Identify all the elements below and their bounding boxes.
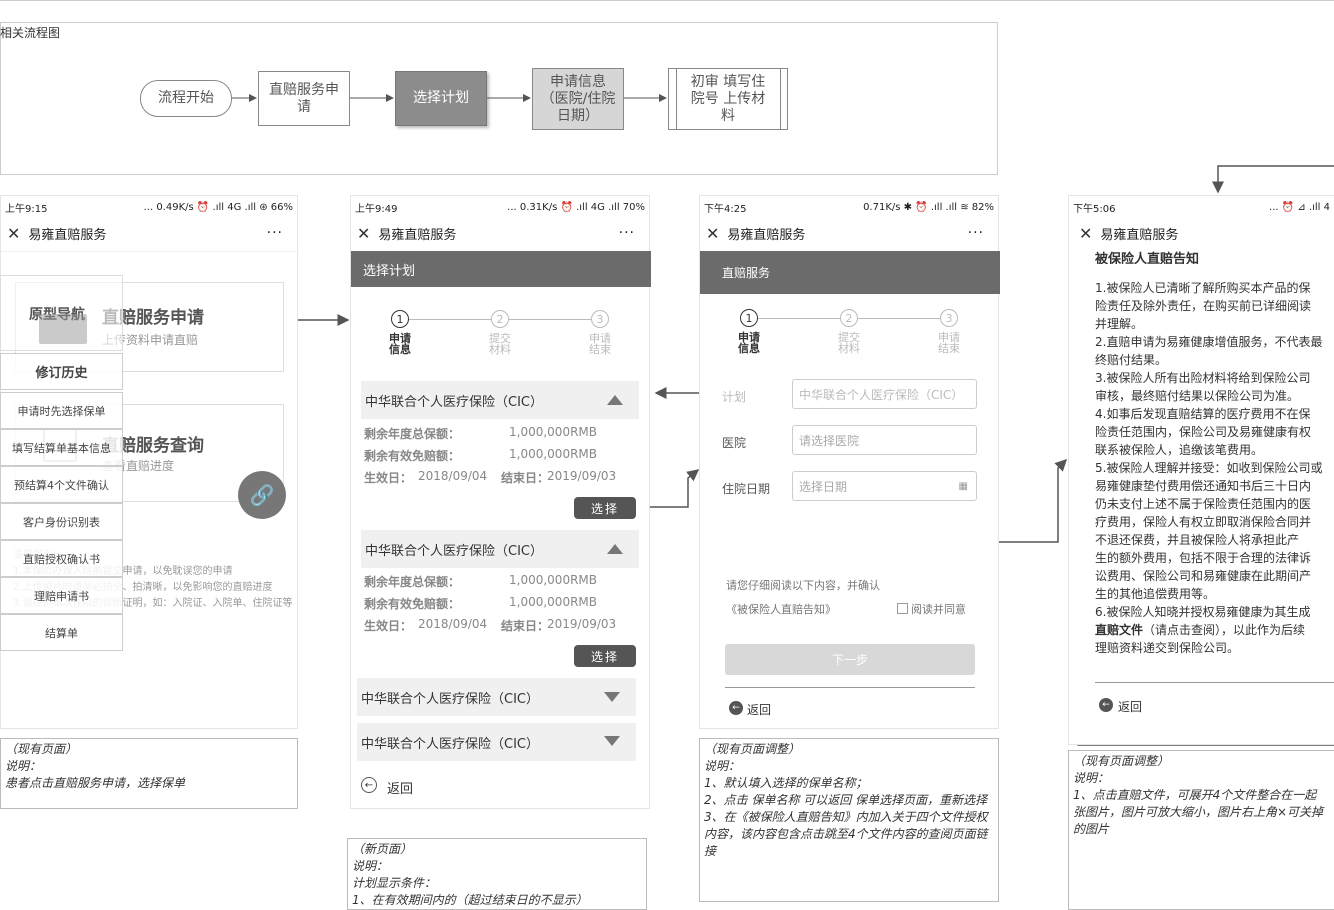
agree-checkbox[interactable] <box>897 603 908 614</box>
close-icon[interactable]: ✕ <box>7 224 20 243</box>
step-2: 2 <box>840 309 858 327</box>
page-header: 选择计划 <box>351 251 651 287</box>
proto-nav-item[interactable]: 理赔申请书 <box>0 577 123 614</box>
phone-screen-4: 下午5:06... ⏰ ⊿ .ıll 4 ✕ 易雍直赔服务 被保险人直赔告知 1.… <box>1068 195 1334 745</box>
back-arrow-icon[interactable]: ← <box>729 701 743 715</box>
close-icon[interactable]: ✕ <box>357 224 370 243</box>
calendar-icon: ▦ <box>958 480 968 492</box>
select-button[interactable]: 选择 <box>574 497 636 519</box>
nav-bar: ✕ 易雍直赔服务 ··· <box>357 223 635 243</box>
nav-bar: ✕ 易雍直赔服务 ··· <box>1 218 297 248</box>
step-1: 1 <box>391 310 409 328</box>
nav-title: 易雍直赔服务 <box>28 227 107 243</box>
status-bar: 下午4:25 0.71K/s ✱ ⏰ .ıll .ıll ≋ 82% <box>704 201 994 215</box>
file-link[interactable]: 直赔文件 <box>1095 623 1143 637</box>
notice-link[interactable]: 《被保险人直赔告知》 <box>726 601 836 617</box>
note-3: （现有页面调整） 说明： 1、默认填入选择的保单名称； 2、点击 保单名称 可以返回… <box>699 738 999 902</box>
note-1: （现有页面） 说明： 患者点击直赔服务申请，选择保单 <box>0 738 298 809</box>
proto-nav-item[interactable]: 预结算4个文件确认 <box>0 466 123 503</box>
more-icon[interactable]: ··· <box>619 225 635 241</box>
plan-card-collapsed[interactable]: 中华联合个人医疗保险（CIC） <box>357 723 636 761</box>
status-bar: 上午9:49... 0.31K/s ⏰ .ıll 4G .ıll 70% <box>355 201 645 215</box>
step-3: 3 <box>591 310 609 328</box>
notice-body: 1.被保险人已清晰了解所购买本产品的保 险责任及除外责任，在购买前已详细阅读 并理解… <box>1095 281 1323 655</box>
note-4: （现有页面调整） 说明： 1、点击直赔文件，可展开4个文件整合在一起 张图片，图片… <box>1068 750 1334 910</box>
phone-screen-2: 上午9:49... 0.31K/s ⏰ .ıll 4G .ıll 70% ✕ 易雍… <box>350 195 651 809</box>
nav-bar: ✕ 易雍直赔服务 <box>1079 223 1179 243</box>
back-link[interactable]: 返回 <box>747 701 771 718</box>
step-2: 2 <box>491 310 509 328</box>
back-link[interactable]: 返回 <box>1118 698 1142 715</box>
phone-screen-3: 下午4:25 0.71K/s ✱ ⏰ .ıll .ıll ≋ 82% ✕ 易雍直赔服… <box>699 195 1000 729</box>
nav-bar: ✕ 易雍直赔服务 ··· <box>706 223 984 243</box>
more-icon[interactable]: ··· <box>968 225 984 241</box>
expand-icon[interactable] <box>604 736 620 746</box>
proto-nav-item[interactable]: 修订历史 <box>0 353 123 390</box>
proto-nav-item[interactable]: 申请时先选择保单 <box>0 392 123 429</box>
back-arrow-icon[interactable]: ← <box>1099 698 1113 712</box>
next-button[interactable]: 下一步 <box>725 644 975 675</box>
close-icon[interactable]: ✕ <box>1079 224 1092 243</box>
proto-nav-item[interactable]: 客户身份识别表 <box>0 503 123 540</box>
proto-nav-item[interactable]: 直赔授权确认书 <box>0 540 123 577</box>
plan-field[interactable]: 中华联合个人医疗保险（CIC） <box>792 379 977 409</box>
back-link[interactable]: 返回 <box>387 778 413 797</box>
page-header: 直赔服务 <box>700 251 1000 294</box>
plan-card-header[interactable]: 中华联合个人医疗保险（CIC） <box>361 530 639 568</box>
proto-nav-header: 原型导航 <box>0 275 123 351</box>
expand-icon[interactable] <box>604 692 620 702</box>
plan-card-header[interactable]: 中华联合个人医疗保险（CIC） <box>361 381 639 419</box>
camera-icon <box>39 314 87 344</box>
back-arrow-icon[interactable]: ← <box>361 777 377 793</box>
date-field[interactable]: 选择日期 ▦ <box>792 471 977 501</box>
notice-heading: 被保险人直赔告知 <box>1095 252 1200 264</box>
proto-nav-item[interactable]: 结算单 <box>0 614 123 651</box>
more-icon[interactable]: ··· <box>267 225 283 241</box>
select-button[interactable]: 选择 <box>574 645 636 667</box>
plan-card-collapsed[interactable]: 中华联合个人医疗保险（CIC） <box>357 678 636 716</box>
link-icon[interactable]: 🔗 <box>238 471 286 519</box>
collapse-icon[interactable] <box>607 544 623 554</box>
collapse-icon[interactable] <box>607 395 623 405</box>
step-1: 1 <box>740 309 758 327</box>
step-3: 3 <box>940 309 958 327</box>
close-icon[interactable]: ✕ <box>706 224 719 243</box>
note-2: （新页面） 说明： 计划显示条件： 1、在有效期间内的（超过结束日的不显示） <box>347 838 647 910</box>
hospital-select[interactable]: 请选择医院 <box>792 425 977 455</box>
status-bar: 上午9:15... 0.49K/s ⏰ .ıll 4G .ıll ⊛ 66% <box>5 201 293 215</box>
proto-nav-item[interactable]: 填写结算单基本信息 <box>0 429 123 466</box>
status-bar: 下午5:06... ⏰ ⊿ .ıll 4 <box>1073 201 1330 215</box>
